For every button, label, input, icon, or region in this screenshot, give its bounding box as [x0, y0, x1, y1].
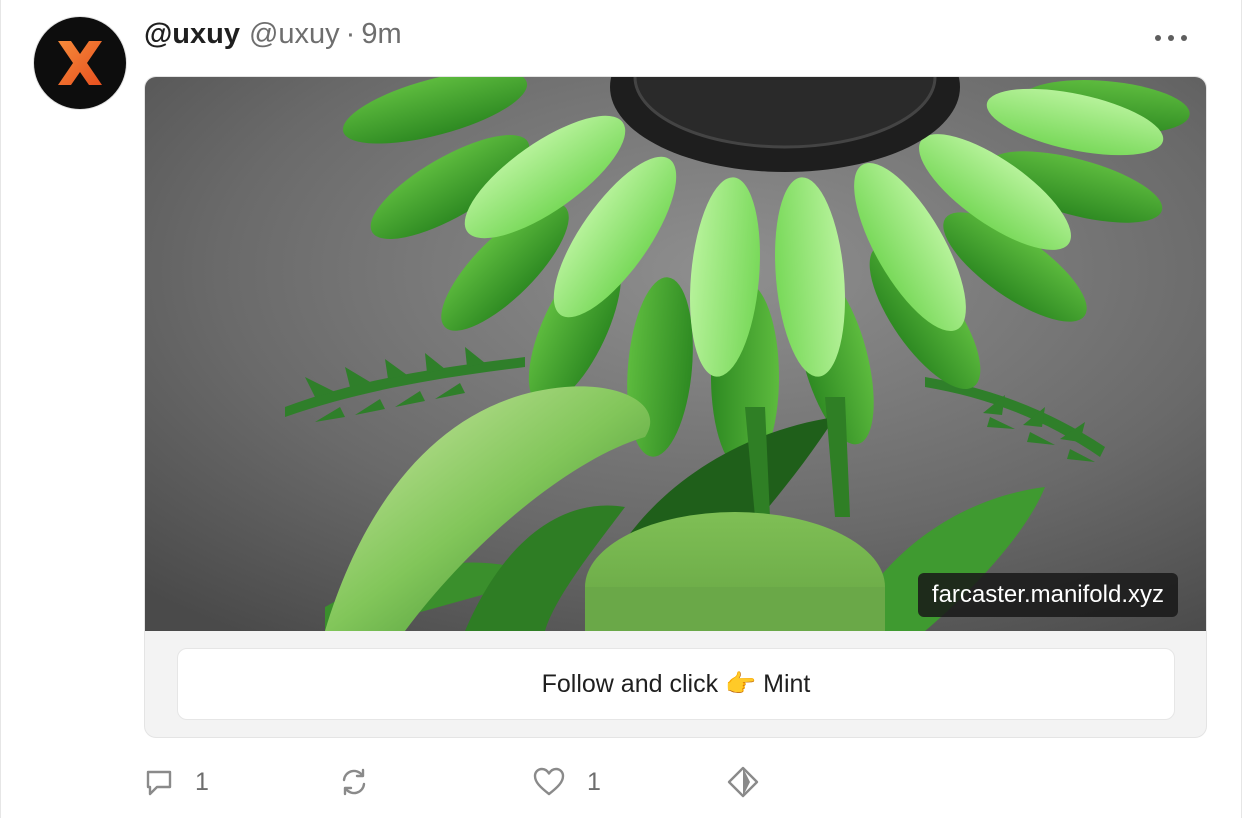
reply-count: 1: [195, 767, 209, 796]
cast-post[interactable]: @uxuy @uxuy · 9m farcaster.manifold.xyz …: [0, 0, 1242, 818]
frame-embed: farcaster.manifold.xyz Follow and click …: [144, 76, 1207, 738]
recast-icon: [342, 768, 366, 796]
pointing-right-icon: 👉: [725, 669, 757, 698]
avatar[interactable]: [34, 17, 126, 109]
action-bar: 1 1: [144, 764, 844, 800]
like-count: 1: [587, 767, 601, 796]
recast-button[interactable]: [338, 764, 391, 800]
frame-domain-label[interactable]: farcaster.manifold.xyz: [917, 573, 1178, 617]
post-header: @uxuy @uxuy · 9m: [144, 18, 402, 58]
reply-button[interactable]: 1: [144, 764, 209, 800]
frame-action-button[interactable]: Follow and click 👉 Mint: [177, 648, 1175, 720]
timestamp[interactable]: 9m: [361, 18, 401, 51]
display-name[interactable]: @uxuy: [144, 18, 240, 51]
frame-button-label-start: Follow and click: [541, 669, 726, 698]
frame-button-label-end: Mint: [756, 669, 811, 698]
more-horizontal-icon: [1155, 35, 1187, 41]
like-button[interactable]: 1: [532, 764, 601, 800]
uxuy-logo-icon: [58, 41, 102, 85]
username[interactable]: @uxuy: [249, 18, 340, 51]
separator-dot: ·: [345, 18, 356, 50]
more-options-button[interactable]: [1151, 24, 1191, 52]
comment-icon: [146, 770, 172, 796]
diamond-icon: [727, 766, 759, 798]
heart-icon: [533, 767, 565, 796]
tip-button[interactable]: [726, 764, 760, 800]
frame-image[interactable]: [145, 77, 1207, 631]
